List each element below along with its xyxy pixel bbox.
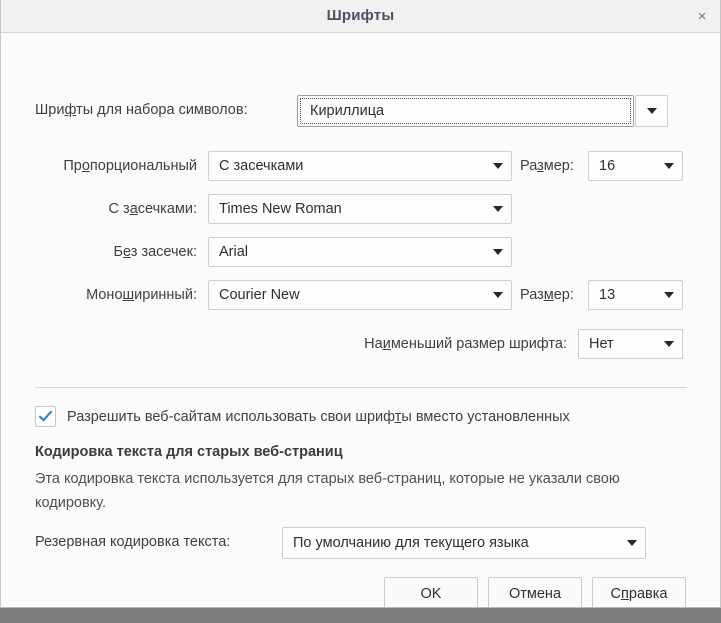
allow-web-fonts-row[interactable]: Разрешить веб-сайтам использовать свои ш… [35,406,570,427]
minimum-font-size-value: Нет [589,336,614,352]
proportional-label: Пропорциональный [63,158,197,174]
chevron-down-icon [656,162,682,171]
serif-value: Times New Roman [219,201,342,217]
cancel-button[interactable]: Отмена [488,577,582,607]
check-icon [38,410,53,422]
minimum-font-size-label: Наименьший размер шрифта: [364,336,567,352]
chevron-down-icon [485,205,511,214]
charset-combobox[interactable]: Кириллица [297,95,634,127]
allow-web-fonts-label: Разрешить веб-сайтам использовать свои ш… [67,408,570,425]
charset-dropdown-button[interactable] [635,95,668,127]
encoding-section-description: Эта кодировка текста используется для ст… [35,471,620,511]
monospace-size-combobox[interactable]: 13 [588,280,683,310]
sans-serif-value: Arial [219,244,249,260]
divider [35,387,687,388]
chevron-down-icon [485,248,511,257]
serif-combobox[interactable]: Times New Roman [208,194,512,224]
proportional-combobox[interactable]: С засечками [208,151,512,181]
sans-serif-combobox[interactable]: Arial [208,237,512,267]
help-button[interactable]: Сп равка [592,577,686,607]
monospace-value: Courier New [219,287,300,303]
sans-serif-label: Без засечек: [113,244,197,260]
charset-label: Шрифты для набора символов: [35,102,248,118]
encoding-section-title: Кодировка текста для старых веб-страниц [35,444,343,460]
chevron-down-icon [646,108,657,114]
dialog-content: Шрифты для набора символов: Кириллица Пр… [1,33,720,607]
chevron-down-icon [656,340,682,349]
proportional-value: С засечками [219,158,304,174]
monospace-combobox[interactable]: Courier New [208,280,512,310]
proportional-size-value: 16 [599,158,616,174]
charset-value: Кириллица [310,103,385,119]
chevron-down-icon [485,162,511,171]
ok-button[interactable]: OK [384,577,478,607]
fallback-encoding-combobox[interactable]: По умолчанию для текущего языка [282,527,646,559]
serif-label: С засечками: [108,201,197,217]
proportional-size-combobox[interactable]: 16 [588,151,683,181]
fallback-encoding-value: По умолчанию для текущего языка [293,535,529,551]
fonts-dialog: Шрифты × Шрифты для набора символов: Кир… [0,0,721,608]
fallback-encoding-label: Резервная кодировка текста: [35,534,231,550]
monospace-size-value: 13 [599,287,616,303]
chevron-down-icon [485,291,511,300]
title-bar: Шрифты × [1,0,720,33]
chevron-down-icon [656,291,682,300]
monospace-label: Моноширинный: [86,287,197,303]
proportional-size-label: Размер: [520,158,574,174]
minimum-font-size-combobox[interactable]: Нет [578,329,683,359]
close-icon[interactable]: × [692,7,712,26]
chevron-down-icon [619,539,645,548]
monospace-size-label: Размер: [520,287,574,303]
allow-web-fonts-checkbox[interactable] [35,406,56,427]
dialog-title: Шрифты [326,7,395,24]
